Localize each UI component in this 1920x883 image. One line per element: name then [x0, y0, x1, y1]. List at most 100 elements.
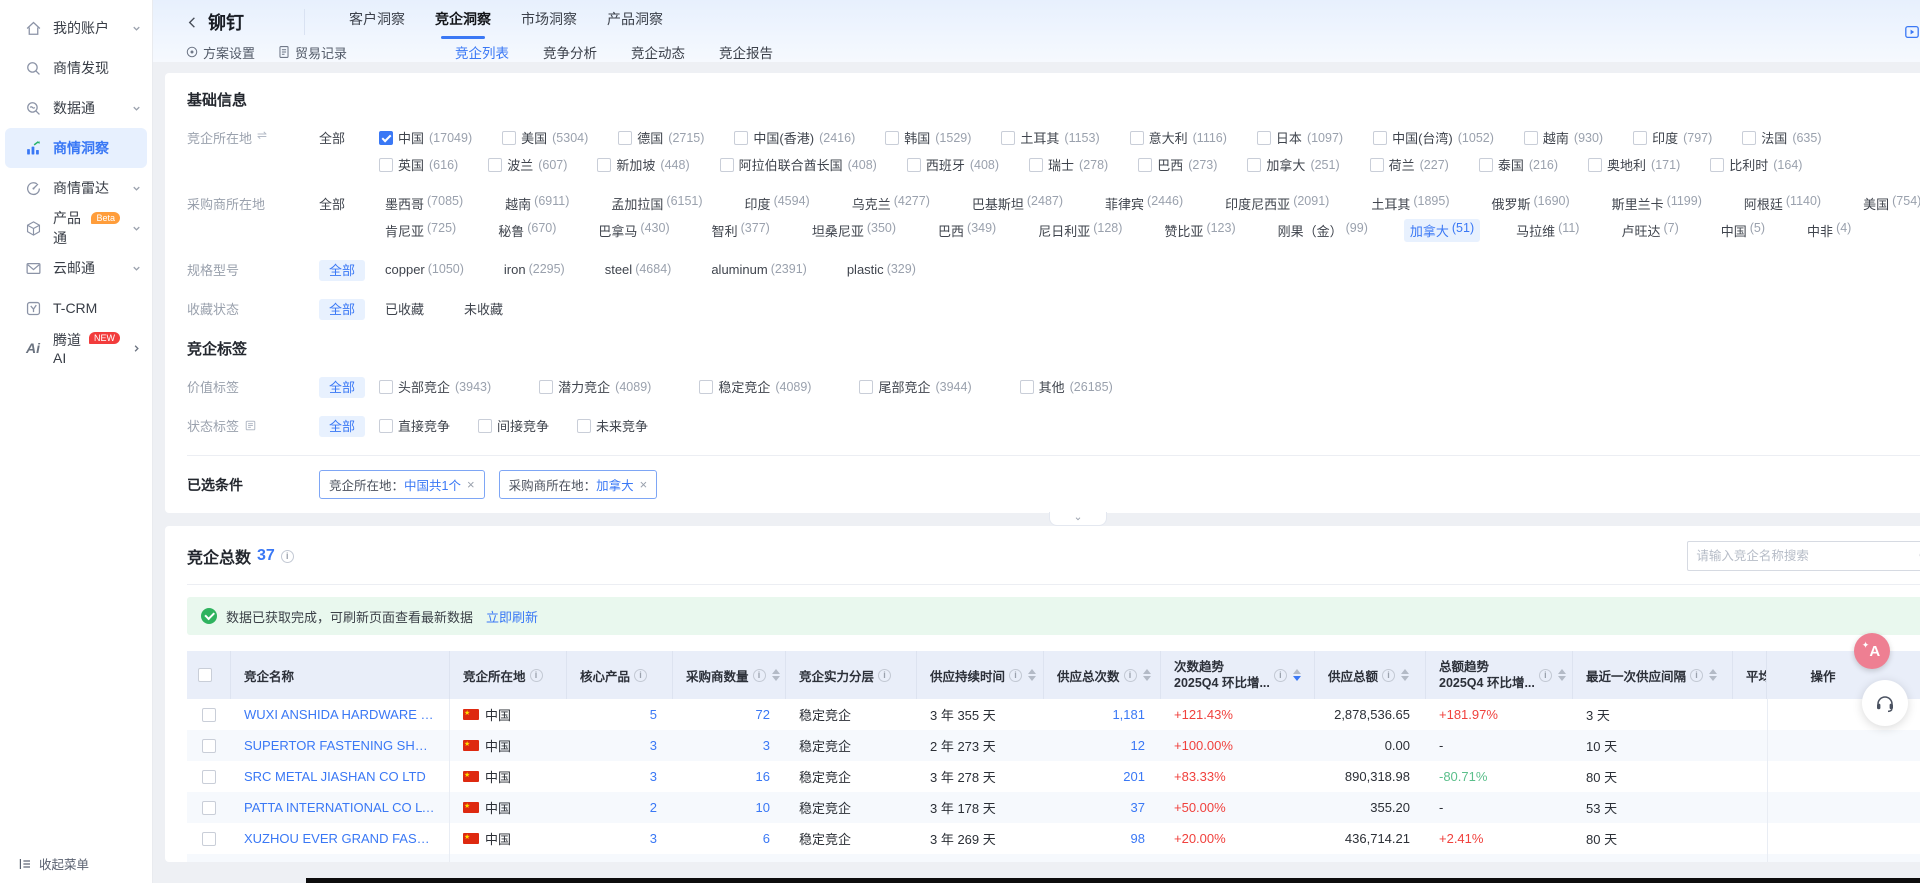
- company-name-link[interactable]: PATTA INTERNATIONAL CO LTD: [244, 800, 436, 815]
- checkbox-icon[interactable]: [1633, 131, 1647, 145]
- checkbox-icon[interactable]: [1001, 131, 1015, 145]
- checkbox-icon[interactable]: [478, 419, 492, 433]
- country-option[interactable]: 俄罗斯 (1690): [1485, 192, 1575, 215]
- col-times-trend[interactable]: 次数趋势2025Q4 环比增...: [1161, 651, 1315, 699]
- country-checkbox-option[interactable]: 土耳其 (1153): [1001, 128, 1099, 147]
- checkbox-icon[interactable]: [502, 131, 516, 145]
- all-option[interactable]: 全部: [319, 194, 379, 213]
- supply-times-link[interactable]: 98: [1131, 831, 1145, 846]
- country-checkbox-option[interactable]: 意大利 (1116): [1130, 128, 1227, 147]
- country-option[interactable]: 中国 (5): [1715, 219, 1771, 242]
- country-checkbox-option[interactable]: 阿拉伯联合酋长国 (408): [720, 155, 877, 174]
- country-option[interactable]: 土耳其 (1895): [1365, 192, 1455, 215]
- spec-option[interactable]: aluminum (2391): [705, 260, 813, 279]
- checkbox-icon[interactable]: [1373, 131, 1387, 145]
- country-option[interactable]: 肯尼亚 (725): [379, 219, 462, 242]
- checkbox-icon[interactable]: [699, 380, 713, 394]
- subtab-competitor-list[interactable]: 竞企列表: [455, 42, 509, 62]
- country-option[interactable]: 斯里兰卡 (1199): [1606, 192, 1708, 215]
- sidebar-item-my-account[interactable]: 我的账户: [0, 8, 152, 48]
- checkbox-icon[interactable]: [907, 158, 921, 172]
- checkbox-icon[interactable]: [597, 158, 611, 172]
- country-checkbox-option[interactable]: 中国(台湾) (1052): [1373, 128, 1494, 147]
- spec-option[interactable]: iron (2295): [498, 260, 571, 279]
- country-option[interactable]: 巴西 (349): [932, 219, 1002, 242]
- buyers-count-link[interactable]: 10: [756, 800, 770, 815]
- info-icon[interactable]: [753, 669, 766, 682]
- info-icon[interactable]: [878, 669, 891, 682]
- col-buyers[interactable]: 采购商数量: [673, 651, 786, 699]
- company-search-box[interactable]: [1687, 541, 1920, 571]
- value-tag-option[interactable]: 尾部竞企 (3944): [859, 377, 971, 396]
- col-last-interval[interactable]: 最近一次供应间隔: [1573, 651, 1733, 699]
- info-icon[interactable]: [634, 669, 647, 682]
- status-tag-option[interactable]: 直接竞争: [379, 416, 450, 435]
- sort-control[interactable]: [1143, 669, 1151, 681]
- row-checkbox[interactable]: [202, 832, 216, 846]
- supply-times-link[interactable]: 12: [1131, 738, 1145, 753]
- checkbox-icon[interactable]: [1130, 131, 1144, 145]
- country-option[interactable]: 菲律宾 (2446): [1099, 192, 1189, 215]
- collapse-filter-panel-button[interactable]: [1049, 512, 1107, 526]
- country-checkbox-option[interactable]: 美国 (5304): [502, 128, 588, 147]
- country-option[interactable]: 印度 (4594): [739, 192, 816, 215]
- value-tag-option[interactable]: 其他 (26185): [1020, 377, 1113, 396]
- sidebar-item-tengdao-ai[interactable]: Ai 腾道AI NEW: [0, 328, 152, 368]
- video-tutorial-button[interactable]: 视频教程: [1904, 22, 1920, 41]
- info-icon[interactable]: [1539, 669, 1552, 682]
- country-checkbox-option[interactable]: 新加坡 (448): [597, 155, 689, 174]
- country-checkbox-option[interactable]: 加拿大 (251): [1247, 155, 1339, 174]
- company-name-link[interactable]: SUPERTOR FASTENING SHANGHAI...: [244, 738, 436, 753]
- tab-product-insight[interactable]: 产品洞察: [607, 9, 663, 35]
- value-tag-option[interactable]: 头部竞企 (3943): [379, 377, 491, 396]
- country-option[interactable]: 刚果（金） (99): [1272, 219, 1374, 242]
- checkbox-icon[interactable]: [379, 131, 393, 145]
- checkbox-icon[interactable]: [859, 380, 873, 394]
- search-input[interactable]: [1696, 549, 1918, 563]
- checkbox-icon[interactable]: [734, 131, 748, 145]
- country-option[interactable]: 坦桑尼亚 (350): [806, 219, 902, 242]
- country-option[interactable]: 尼日利亚 (128): [1032, 219, 1128, 242]
- select-all-checkbox[interactable]: [198, 668, 212, 682]
- checkbox-icon[interactable]: [1029, 158, 1043, 172]
- value-tag-option[interactable]: 潜力竞企 (4089): [539, 377, 651, 396]
- info-icon[interactable]: [530, 669, 543, 682]
- info-icon[interactable]: [1382, 669, 1395, 682]
- core-products-link[interactable]: 3: [650, 738, 657, 753]
- sort-control[interactable]: [1709, 669, 1717, 681]
- sidebar-item-mail[interactable]: 云邮通: [0, 248, 152, 288]
- col-duration[interactable]: 供应持续时间: [917, 651, 1044, 699]
- sort-control[interactable]: [772, 669, 780, 681]
- sidebar-item-discovery[interactable]: 商情发现: [0, 48, 152, 88]
- info-icon[interactable]: [1690, 669, 1703, 682]
- country-option[interactable]: 赞比亚 (123): [1158, 219, 1241, 242]
- country-checkbox-option[interactable]: 德国 (2715): [618, 128, 704, 147]
- checkbox-icon[interactable]: [577, 419, 591, 433]
- refresh-now-link[interactable]: 立即刷新: [486, 607, 538, 626]
- checkbox-icon[interactable]: [379, 380, 393, 394]
- country-option[interactable]: 乌克兰 (4277): [846, 192, 936, 215]
- subtab-competitor-report[interactable]: 竞企报告: [719, 42, 773, 62]
- country-option[interactable]: 卢旺达 (7): [1615, 219, 1684, 242]
- status-tag-option[interactable]: 间接竞争: [478, 416, 549, 435]
- sidebar-item-radar[interactable]: 商情雷达: [0, 168, 152, 208]
- spec-option[interactable]: steel (4684): [599, 260, 678, 279]
- country-option[interactable]: 越南 (6911): [499, 192, 575, 215]
- col-amount-trend[interactable]: 总额趋势2025Q4 环比增...: [1426, 651, 1573, 699]
- core-products-link[interactable]: 3: [650, 769, 657, 784]
- company-name-link[interactable]: WUXI ANSHIDA HARDWARE CO LTD: [244, 707, 436, 722]
- country-checkbox-option[interactable]: 越南 (930): [1524, 128, 1603, 147]
- col-average-truncated[interactable]: 平均: [1733, 651, 1767, 699]
- country-option[interactable]: 中非 (4): [1801, 219, 1857, 242]
- country-checkbox-option[interactable]: 韩国 (1529): [885, 128, 971, 147]
- checkbox-icon[interactable]: [885, 131, 899, 145]
- row-checkbox[interactable]: [202, 708, 216, 722]
- country-checkbox-option[interactable]: 比利时 (164): [1710, 155, 1802, 174]
- info-icon[interactable]: [1274, 669, 1287, 682]
- checkbox-icon[interactable]: [488, 158, 502, 172]
- country-checkbox-option[interactable]: 法国 (635): [1742, 128, 1821, 147]
- checkbox-icon[interactable]: [1257, 131, 1271, 145]
- checkbox-icon[interactable]: [720, 158, 734, 172]
- col-tier[interactable]: 竞企实力分层: [786, 651, 917, 699]
- col-supply-times[interactable]: 供应总次数: [1044, 651, 1161, 699]
